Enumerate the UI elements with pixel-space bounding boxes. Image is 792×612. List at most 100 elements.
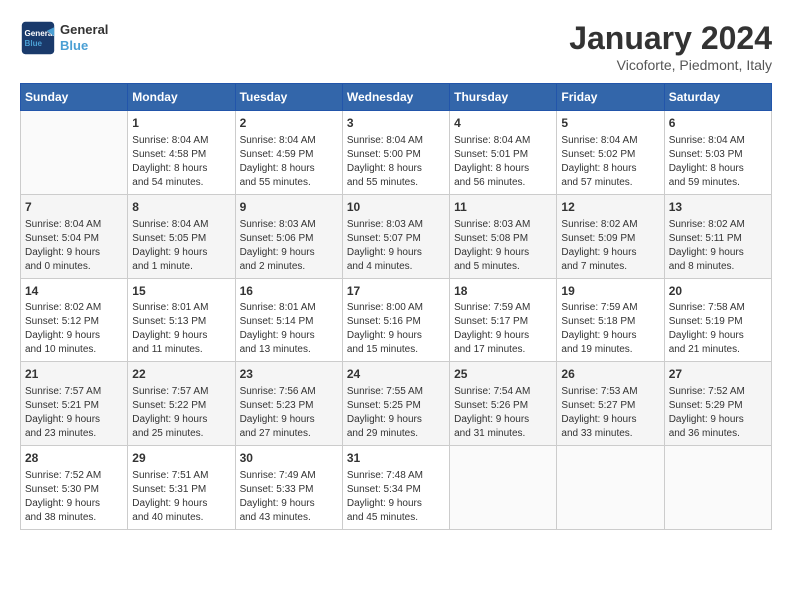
calendar-cell: 11 Sunrise: 8:03 AM Sunset: 5:08 PM Dayli…: [450, 194, 557, 278]
calendar-cell: 14Sunrise: 8:02 AM Sunset: 5:12 PM Dayli…: [21, 278, 128, 362]
day-info: Sunrise: 8:00 AM Sunset: 5:16 PM Dayligh…: [347, 301, 445, 357]
day-info: Sunrise: 7:51 AM Sunset: 5:31 PM Dayligh…: [132, 469, 230, 525]
day-number: 18: [454, 283, 552, 300]
day-info: Sunrise: 8:01 AM Sunset: 5:13 PM Dayligh…: [132, 301, 230, 357]
day-number: 20: [669, 283, 767, 300]
day-number: 23: [240, 366, 338, 383]
title-block: January 2024 Vicoforte, Piedmont, Italy: [569, 20, 772, 73]
calendar-cell: 17Sunrise: 8:00 AM Sunset: 5:16 PM Dayli…: [342, 278, 449, 362]
day-number: 16: [240, 283, 338, 300]
calendar-cell: [557, 446, 664, 530]
calendar-cell: [21, 111, 128, 195]
day-info: Sunrise: 7:56 AM Sunset: 5:23 PM Dayligh…: [240, 385, 338, 441]
day-number: 29: [132, 450, 230, 467]
day-number: 27: [669, 366, 767, 383]
calendar-cell: 10Sunrise: 8:03 AM Sunset: 5:07 PM Dayli…: [342, 194, 449, 278]
calendar-cell: 12 Sunrise: 8:02 AM Sunset: 5:09 PM Dayli…: [557, 194, 664, 278]
day-number: 19: [561, 283, 659, 300]
header-cell-sunday: Sunday: [21, 84, 128, 111]
calendar-cell: 26Sunrise: 7:53 AM Sunset: 5:27 PM Dayli…: [557, 362, 664, 446]
day-number: 24: [347, 366, 445, 383]
week-row-4: 21Sunrise: 7:57 AM Sunset: 5:21 PM Dayli…: [21, 362, 772, 446]
logo-text: General: [60, 22, 108, 38]
svg-text:Blue: Blue: [25, 39, 43, 48]
day-number: 3: [347, 115, 445, 132]
day-info: Sunrise: 8:04 AM Sunset: 5:02 PM Dayligh…: [561, 134, 659, 190]
day-info: Sunrise: 8:04 AM Sunset: 5:03 PM Dayligh…: [669, 134, 767, 190]
day-info: Sunrise: 8:02 AM Sunset: 5:11 PM Dayligh…: [669, 218, 767, 274]
calendar-cell: 19Sunrise: 7:59 AM Sunset: 5:18 PM Dayli…: [557, 278, 664, 362]
day-number: 13: [669, 199, 767, 216]
week-row-3: 14Sunrise: 8:02 AM Sunset: 5:12 PM Dayli…: [21, 278, 772, 362]
calendar-cell: 16Sunrise: 8:01 AM Sunset: 5:14 PM Dayli…: [235, 278, 342, 362]
calendar-cell: 5 Sunrise: 8:04 AM Sunset: 5:02 PM Daylig…: [557, 111, 664, 195]
calendar-cell: 15Sunrise: 8:01 AM Sunset: 5:13 PM Dayli…: [128, 278, 235, 362]
day-number: 14: [25, 283, 123, 300]
calendar-cell: 1 Sunrise: 8:04 AM Sunset: 4:58 PM Daylig…: [128, 111, 235, 195]
calendar-cell: 13 Sunrise: 8:02 AM Sunset: 5:11 PM Dayli…: [664, 194, 771, 278]
day-number: 9: [240, 199, 338, 216]
day-info: Sunrise: 8:03 AM Sunset: 5:08 PM Dayligh…: [454, 218, 552, 274]
day-number: 25: [454, 366, 552, 383]
header-row: SundayMondayTuesdayWednesdayThursdayFrid…: [21, 84, 772, 111]
logo-subtext: Blue: [60, 38, 108, 54]
calendar-cell: [450, 446, 557, 530]
calendar-cell: 31Sunrise: 7:48 AM Sunset: 5:34 PM Dayli…: [342, 446, 449, 530]
week-row-5: 28 Sunrise: 7:52 AM Sunset: 5:30 PM Dayli…: [21, 446, 772, 530]
calendar-cell: 29 Sunrise: 7:51 AM Sunset: 5:31 PM Dayli…: [128, 446, 235, 530]
day-number: 22: [132, 366, 230, 383]
day-info: Sunrise: 8:04 AM Sunset: 4:58 PM Dayligh…: [132, 134, 230, 190]
day-number: 17: [347, 283, 445, 300]
day-info: Sunrise: 7:57 AM Sunset: 5:22 PM Dayligh…: [132, 385, 230, 441]
day-info: Sunrise: 8:04 AM Sunset: 5:05 PM Dayligh…: [132, 218, 230, 274]
calendar-cell: 9 Sunrise: 8:03 AM Sunset: 5:06 PM Daylig…: [235, 194, 342, 278]
week-row-2: 7 Sunrise: 8:04 AM Sunset: 5:04 PM Daylig…: [21, 194, 772, 278]
day-info: Sunrise: 8:04 AM Sunset: 4:59 PM Dayligh…: [240, 134, 338, 190]
day-info: Sunrise: 7:53 AM Sunset: 5:27 PM Dayligh…: [561, 385, 659, 441]
day-number: 21: [25, 366, 123, 383]
logo: General Blue General Blue: [20, 20, 108, 56]
day-info: Sunrise: 7:49 AM Sunset: 5:33 PM Dayligh…: [240, 469, 338, 525]
day-number: 28: [25, 450, 123, 467]
month-title: January 2024: [569, 20, 772, 57]
day-info: Sunrise: 7:52 AM Sunset: 5:29 PM Dayligh…: [669, 385, 767, 441]
calendar-cell: 25Sunrise: 7:54 AM Sunset: 5:26 PM Dayli…: [450, 362, 557, 446]
calendar-cell: 4Sunrise: 8:04 AM Sunset: 5:01 PM Daylig…: [450, 111, 557, 195]
day-info: Sunrise: 7:59 AM Sunset: 5:17 PM Dayligh…: [454, 301, 552, 357]
day-number: 31: [347, 450, 445, 467]
day-number: 15: [132, 283, 230, 300]
day-info: Sunrise: 8:04 AM Sunset: 5:00 PM Dayligh…: [347, 134, 445, 190]
day-number: 4: [454, 115, 552, 132]
header-cell-wednesday: Wednesday: [342, 84, 449, 111]
day-number: 8: [132, 199, 230, 216]
day-info: Sunrise: 7:59 AM Sunset: 5:18 PM Dayligh…: [561, 301, 659, 357]
calendar-cell: 21Sunrise: 7:57 AM Sunset: 5:21 PM Dayli…: [21, 362, 128, 446]
day-number: 7: [25, 199, 123, 216]
day-number: 5: [561, 115, 659, 132]
day-info: Sunrise: 8:03 AM Sunset: 5:07 PM Dayligh…: [347, 218, 445, 274]
page-header: General Blue General Blue January 2024 V…: [20, 20, 772, 73]
location: Vicoforte, Piedmont, Italy: [569, 57, 772, 73]
calendar-cell: 3 Sunrise: 8:04 AM Sunset: 5:00 PM Daylig…: [342, 111, 449, 195]
day-info: Sunrise: 7:58 AM Sunset: 5:19 PM Dayligh…: [669, 301, 767, 357]
calendar-cell: 28 Sunrise: 7:52 AM Sunset: 5:30 PM Dayli…: [21, 446, 128, 530]
calendar-cell: 8 Sunrise: 8:04 AM Sunset: 5:05 PM Daylig…: [128, 194, 235, 278]
day-number: 2: [240, 115, 338, 132]
day-info: Sunrise: 8:04 AM Sunset: 5:04 PM Dayligh…: [25, 218, 123, 274]
header-cell-monday: Monday: [128, 84, 235, 111]
day-number: 6: [669, 115, 767, 132]
calendar-cell: 20Sunrise: 7:58 AM Sunset: 5:19 PM Dayli…: [664, 278, 771, 362]
header-cell-thursday: Thursday: [450, 84, 557, 111]
header-cell-friday: Friday: [557, 84, 664, 111]
day-number: 1: [132, 115, 230, 132]
day-info: Sunrise: 8:03 AM Sunset: 5:06 PM Dayligh…: [240, 218, 338, 274]
day-info: Sunrise: 8:01 AM Sunset: 5:14 PM Dayligh…: [240, 301, 338, 357]
header-cell-saturday: Saturday: [664, 84, 771, 111]
day-info: Sunrise: 7:52 AM Sunset: 5:30 PM Dayligh…: [25, 469, 123, 525]
logo-icon: General Blue: [20, 20, 56, 56]
calendar-cell: 30Sunrise: 7:49 AM Sunset: 5:33 PM Dayli…: [235, 446, 342, 530]
calendar-cell: 2 Sunrise: 8:04 AM Sunset: 4:59 PM Daylig…: [235, 111, 342, 195]
day-number: 12: [561, 199, 659, 216]
day-number: 11: [454, 199, 552, 216]
day-info: Sunrise: 8:02 AM Sunset: 5:09 PM Dayligh…: [561, 218, 659, 274]
